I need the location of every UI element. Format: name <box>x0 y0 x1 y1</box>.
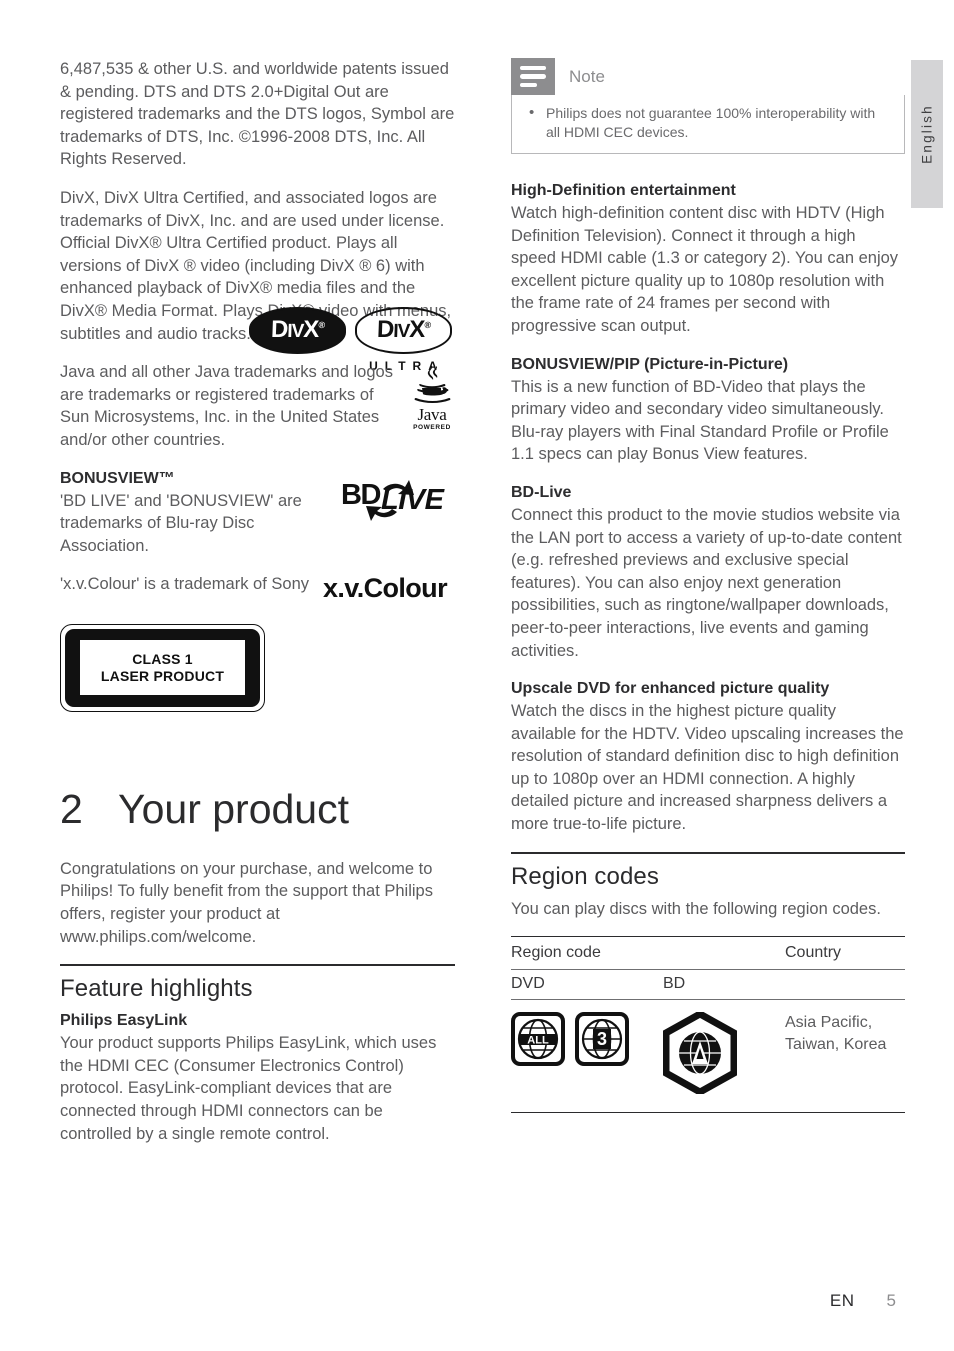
bd-live-paragraph: Connect this product to the movie studio… <box>511 505 902 660</box>
subheader-bd: BD <box>663 969 785 1001</box>
note-header: Note <box>511 58 905 95</box>
divx-ultra-logo-icon: DIVX® <box>355 306 452 354</box>
upscale-dvd-paragraph: Watch the discs in the highest picture q… <box>511 702 904 834</box>
note-box: Note Philips does not guarantee 100% int… <box>511 58 905 154</box>
language-side-tab: English <box>911 60 943 208</box>
table-subheader-row: DVD BD <box>511 969 905 1001</box>
easylink-heading: Philips EasyLink <box>60 1012 188 1030</box>
header-country: Country <box>785 936 905 971</box>
divx-ultra-logo-word: DIVX® <box>376 316 431 344</box>
cell-country: Asia Pacific, Taiwan, Korea <box>785 999 905 1114</box>
bd-live-bd-text: BD <box>341 478 381 511</box>
bd-live-live-text: LIVE <box>381 483 444 516</box>
note-list: Philips does not guarantee 100% interope… <box>524 103 892 142</box>
page-footer: EN 5 <box>830 1291 896 1311</box>
divx-logo-icon: DIVX® <box>249 306 346 354</box>
region-codes-rule <box>511 851 905 854</box>
laser-label-line2: LASER PRODUCT <box>100 667 225 684</box>
note-icon-bar-2 <box>520 74 546 79</box>
divx-block: DIVX® DIVX® ULTRA DivX, DivX Ultra Certi… <box>60 187 455 373</box>
subheader-dvd: DVD <box>511 969 663 1001</box>
bd-hex-globe-svg <box>662 1010 738 1097</box>
divx-ultra-registered-mark: ® <box>424 320 431 331</box>
footer-language-code: EN <box>829 1291 855 1310</box>
divx-logo-word: DIVX® <box>270 316 325 344</box>
right-column: Note Philips does not guarantee 100% int… <box>511 58 905 1114</box>
easylink-paragraph: Your product supports Philips EasyLink, … <box>60 1034 437 1143</box>
bonusview-pip-paragraph: This is a new function of BD-Video that … <box>511 377 889 464</box>
footer-page-number: 5 <box>886 1291 896 1310</box>
manual-page: 6,487,535 & other U.S. and worldwide pat… <box>0 0 954 1351</box>
note-icon-bar-1 <box>520 65 546 71</box>
cell-dvd-region-icons: ALL 3 <box>511 999 663 1114</box>
note-body: Philips does not guarantee 100% interope… <box>511 95 905 154</box>
left-column: 6,487,535 & other U.S. and worldwide pat… <box>60 58 455 1161</box>
table-header-row: Region code Country <box>511 936 905 971</box>
region-codes-table: Region code Country DVD BD ALL 3 Asia Pa… <box>511 936 905 1114</box>
table-row: ALL 3 Asia Pacific, Taiwan, Korea <box>511 999 905 1114</box>
region-codes-heading: Region codes <box>511 862 659 890</box>
bd-region-a-icon <box>662 1010 738 1097</box>
xv-colour-logo: x.v.Colour <box>322 573 448 604</box>
subheader-country-blank <box>785 969 905 1001</box>
note-list-item: Philips does not guarantee 100% interope… <box>524 103 892 142</box>
dvd-globe-all-svg: ALL <box>517 1019 559 1060</box>
dvd-region-all-icon: ALL <box>511 1012 565 1067</box>
patents-paragraph: 6,487,535 & other U.S. and worldwide pat… <box>60 60 455 169</box>
java-powered-logo: Java POWERED <box>409 363 455 432</box>
upscale-dvd-heading: Upscale DVD for enhanced picture quality <box>511 680 830 698</box>
laser-label-text-area: CLASS 1 LASER PRODUCT <box>80 640 245 696</box>
language-tab-label: English <box>919 104 935 164</box>
laser-label-black-frame: CLASS 1 LASER PRODUCT <box>65 628 260 707</box>
java-logo-word: Java <box>417 405 447 425</box>
hd-entertainment-heading: High-Definition entertainment <box>511 182 736 199</box>
header-region-code: Region code <box>511 936 785 971</box>
java-block: Java POWERED Java and all other Java tra… <box>60 361 455 451</box>
feature-highlights-rule <box>60 964 455 967</box>
svg-text:3: 3 <box>597 1029 607 1049</box>
note-icon-bar-3 <box>520 82 537 88</box>
xvcolour-block: x.v.Colour 'x.v.Colour' is a trademark o… <box>60 573 455 602</box>
java-paragraph: Java and all other Java trademarks and l… <box>60 363 393 449</box>
note-lines-icon <box>511 58 555 95</box>
bd-live-heading: BD-Live <box>511 483 572 501</box>
cell-bd-region-icon <box>662 999 785 1114</box>
laser-label-line1: CLASS 1 <box>132 650 193 667</box>
java-powered-word: POWERED <box>413 424 451 432</box>
dvd-globe-3-svg: 3 <box>581 1019 623 1060</box>
chapter-title-text: Your product <box>118 785 349 832</box>
note-title: Note <box>569 66 605 86</box>
region-codes-intro: You can play discs with the following re… <box>511 899 881 918</box>
bonusview-block: BD LIVE BONUSVIEW™ 'BD LIVE' and 'BONUSV… <box>60 468 455 558</box>
divx-registered-mark: ® <box>318 320 325 331</box>
dvd-region-icon-group: ALL 3 <box>511 1012 663 1067</box>
class-1-laser-product-label: CLASS 1 LASER PRODUCT <box>60 623 265 712</box>
svg-text:ALL: ALL <box>527 1035 549 1047</box>
hd-entertainment-paragraph: Watch high-definition content disc with … <box>511 204 899 335</box>
dvd-region-3-icon: 3 <box>575 1012 629 1067</box>
divx-logo-filled-wrapper: DIVX® <box>249 306 346 354</box>
feature-highlights-heading: Feature highlights <box>60 975 253 1003</box>
chapter-number: 2 <box>60 785 83 832</box>
java-coffee-cup-icon <box>414 365 451 404</box>
chapter-title: 2 Your product <box>60 786 455 832</box>
bd-live-logo: BD LIVE <box>341 472 447 524</box>
intro-paragraph: Congratulations on your purchase, and we… <box>60 859 433 946</box>
bonusview-pip-heading: BONUSVIEW/PIP (Picture-in-Picture) <box>511 355 789 373</box>
